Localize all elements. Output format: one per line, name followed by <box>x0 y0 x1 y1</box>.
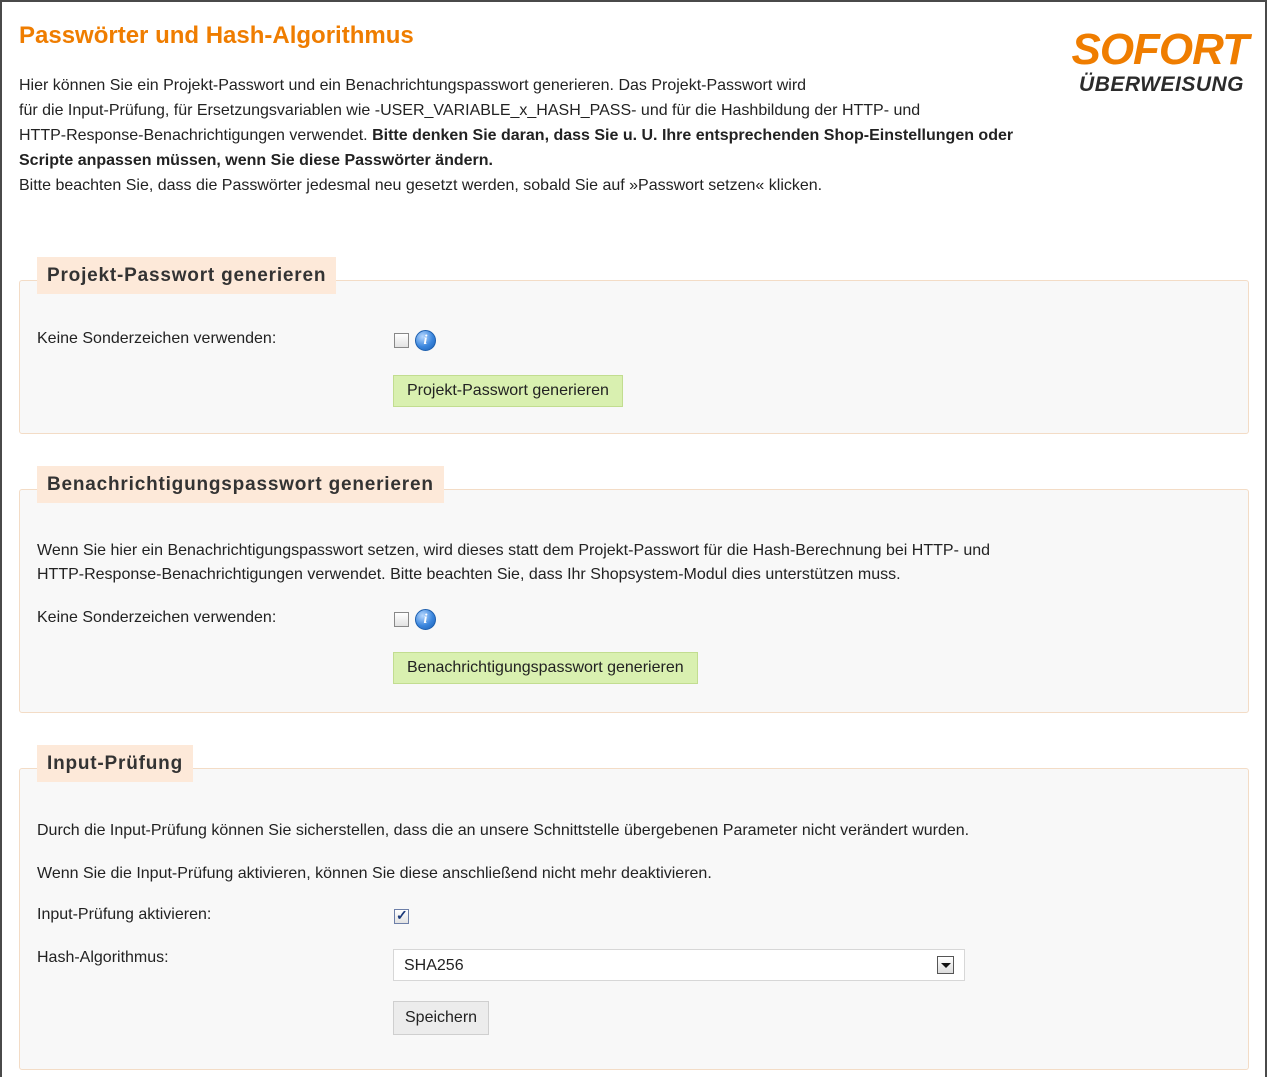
notification-description-line-2: HTTP-Response-Benachrichtigungen verwend… <box>37 566 901 583</box>
intro-line-5: Bitte beachten Sie, dass die Passwörter … <box>19 177 823 194</box>
generate-project-password-button[interactable]: Projekt-Passwort generieren <box>393 375 623 407</box>
input-check-text-2: Wenn Sie die Input-Prüfung aktivieren, k… <box>37 865 712 882</box>
hash-algorithm-select[interactable]: SHA256 <box>393 949 965 981</box>
logo-line1: SOFORT <box>1071 25 1249 74</box>
input-check-activate-checkbox[interactable]: ✓ <box>394 907 409 924</box>
intro-line-2: für die Input-Prüfung, für Ersetzungsvar… <box>19 102 921 119</box>
input-check-section: Input-Prüfung Durch die Input-Prüfung kö… <box>19 745 1249 1070</box>
hash-algorithm-value: SHA256 <box>404 957 464 974</box>
notification-description-line-1: Wenn Sie hier ein Benachrichtigungspassw… <box>37 542 991 559</box>
notification-no-special-chars-label: Keine Sonderzeichen verwenden: <box>37 609 277 626</box>
input-check-legend: Input-Prüfung <box>37 745 193 782</box>
intro-line-3-normal: HTTP-Response-Benachrichtigungen verwend… <box>19 127 373 144</box>
intro-line-3-bold: Bitte denken Sie daran, dass Sie u. U. I… <box>372 127 1014 144</box>
save-button[interactable]: Speichern <box>393 1001 490 1035</box>
intro-line-3: HTTP-Response-Benachrichtigungen verwend… <box>19 123 1239 148</box>
input-check-text-1: Durch die Input-Prüfung können Sie siche… <box>37 822 970 839</box>
project-password-section: Projekt-Passwort generieren Keine Sonder… <box>19 257 1249 434</box>
project-no-special-chars-checkbox[interactable] <box>394 333 409 348</box>
notification-password-section: Benachrichtigungspasswort generieren Wen… <box>19 466 1249 713</box>
intro-line-1: Hier können Sie ein Projekt-Passwort und… <box>19 77 807 94</box>
info-icon[interactable]: i <box>415 609 436 630</box>
generate-notification-password-button[interactable]: Benachrichtigungspasswort generieren <box>393 652 698 684</box>
notification-password-legend: Benachrichtigungspasswort generieren <box>37 466 444 503</box>
checkmark-icon: ✓ <box>396 907 408 923</box>
info-icon[interactable]: i <box>415 330 436 351</box>
page-title: Passwörter und Hash-Algorithmus <box>19 22 414 49</box>
project-no-special-chars-label: Keine Sonderzeichen verwenden: <box>37 330 277 347</box>
intro-line-4: Scripte anpassen müssen, wenn Sie diese … <box>19 152 493 169</box>
input-check-activate-label: Input-Prüfung aktivieren: <box>37 906 212 923</box>
intro-text: Hier können Sie ein Projekt-Passwort und… <box>19 73 1239 198</box>
hash-algorithm-label: Hash-Algorithmus: <box>37 949 169 966</box>
chevron-down-icon[interactable] <box>937 956 954 974</box>
project-password-legend: Projekt-Passwort generieren <box>37 257 337 294</box>
notification-no-special-chars-checkbox[interactable] <box>394 612 409 627</box>
